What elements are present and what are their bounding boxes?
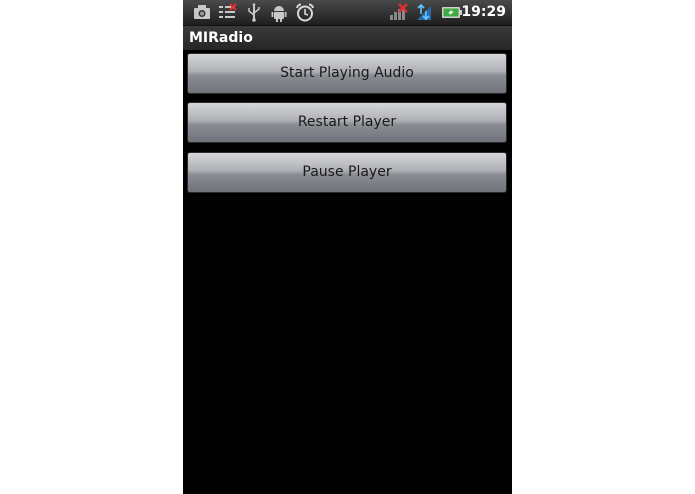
battery-charging-icon (442, 7, 462, 18)
status-bar: 19:29 (183, 0, 512, 26)
usb-icon (248, 3, 260, 22)
start-playing-audio-button[interactable]: Start Playing Audio (187, 53, 507, 94)
app-title: MIRadio (189, 30, 253, 46)
android-debug-icon (271, 6, 287, 22)
camera-icon (194, 5, 210, 19)
status-clock: 19:29 (461, 4, 506, 20)
phone-screen: 19:29 MIRadio Start Playing Audio Restar… (183, 0, 512, 494)
data-transfer-icon (417, 3, 431, 21)
alarm-clock-icon (296, 3, 314, 22)
checklist-icon (219, 3, 237, 18)
pause-player-button[interactable]: Pause Player (187, 152, 507, 193)
restart-player-button[interactable]: Restart Player (187, 102, 507, 143)
no-signal-icon (390, 3, 408, 20)
app-title-bar: MIRadio (183, 26, 512, 50)
